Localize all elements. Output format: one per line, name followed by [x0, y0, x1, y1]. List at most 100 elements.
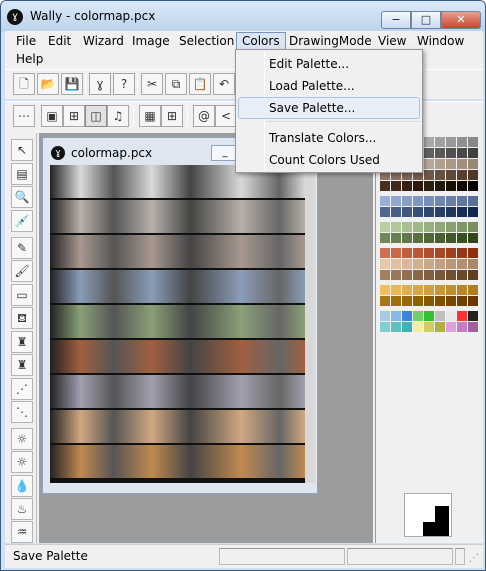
- palette-swatch[interactable]: [413, 222, 424, 233]
- palette-swatch[interactable]: [413, 196, 424, 207]
- palette-swatch[interactable]: [435, 159, 446, 170]
- palette-swatch[interactable]: [446, 222, 457, 233]
- palette-swatch[interactable]: [380, 296, 391, 307]
- close-button[interactable]: ✕: [441, 11, 481, 29]
- palette-swatch[interactable]: [468, 259, 479, 270]
- palette-swatch[interactable]: [435, 207, 446, 218]
- palette-swatch[interactable]: [424, 233, 435, 244]
- palette-swatch[interactable]: [468, 148, 479, 159]
- palette-swatch[interactable]: [468, 322, 479, 333]
- palette-swatch[interactable]: [391, 311, 402, 322]
- pencil-icon[interactable]: ✎: [11, 237, 33, 259]
- palette-swatch[interactable]: [457, 181, 468, 192]
- palette-swatch[interactable]: [457, 322, 468, 333]
- palette-swatch[interactable]: [446, 148, 457, 159]
- sun2-icon[interactable]: ☼: [11, 451, 33, 473]
- palette-swatch[interactable]: [424, 270, 435, 281]
- palette-swatch[interactable]: [402, 207, 413, 218]
- palette-swatch[interactable]: [380, 222, 391, 233]
- palette-swatch[interactable]: [468, 222, 479, 233]
- palette-swatch[interactable]: [402, 233, 413, 244]
- palette-swatch[interactable]: [446, 248, 457, 259]
- menu-item-translate-colors[interactable]: Translate Colors...: [238, 127, 420, 149]
- spiral-icon[interactable]: @: [193, 105, 215, 127]
- palette-swatch[interactable]: [468, 170, 479, 181]
- open-folder-icon[interactable]: 📂: [37, 73, 59, 95]
- menu-file[interactable]: File: [11, 32, 41, 50]
- palette-swatch[interactable]: [468, 285, 479, 296]
- palette-swatch[interactable]: [380, 285, 391, 296]
- palette-swatch[interactable]: [413, 181, 424, 192]
- brush-icon[interactable]: 🖌: [11, 260, 33, 282]
- palette-swatch[interactable]: [468, 311, 479, 322]
- palette-swatch[interactable]: [391, 296, 402, 307]
- menu-drawingmode[interactable]: DrawingMode: [284, 32, 377, 50]
- palette-swatch[interactable]: [446, 207, 457, 218]
- palette-swatch[interactable]: [380, 181, 391, 192]
- palette-swatch[interactable]: [457, 159, 468, 170]
- palette-swatch[interactable]: [402, 322, 413, 333]
- palette-swatch[interactable]: [380, 196, 391, 207]
- undo-icon[interactable]: ↶: [213, 73, 235, 95]
- menu-colors[interactable]: Colors: [236, 32, 286, 50]
- palette-swatch[interactable]: [413, 322, 424, 333]
- dots-grid-icon[interactable]: ⋯: [13, 105, 35, 127]
- palette-swatch[interactable]: [391, 222, 402, 233]
- palette-swatch[interactable]: [424, 285, 435, 296]
- palette-swatch[interactable]: [457, 296, 468, 307]
- vertical-scrollbar[interactable]: [305, 165, 315, 483]
- palette-swatch[interactable]: [435, 181, 446, 192]
- spray2-icon[interactable]: ♜: [11, 354, 33, 376]
- palette-swatch[interactable]: [457, 285, 468, 296]
- palette-swatch[interactable]: [424, 148, 435, 159]
- palette-swatch[interactable]: [457, 148, 468, 159]
- palette-swatch[interactable]: [380, 270, 391, 281]
- palette-swatch[interactable]: [468, 233, 479, 244]
- palette-swatch[interactable]: [402, 181, 413, 192]
- drop-icon[interactable]: 💧: [11, 475, 33, 497]
- palette-swatch[interactable]: [446, 170, 457, 181]
- palette-swatch[interactable]: [468, 296, 479, 307]
- palette-swatch[interactable]: [435, 285, 446, 296]
- palette-swatch[interactable]: [424, 259, 435, 270]
- palette-swatch[interactable]: [391, 285, 402, 296]
- menu-help[interactable]: Help: [11, 50, 48, 68]
- menu-item-edit-palette[interactable]: Edit Palette...: [238, 53, 420, 75]
- palette-swatch[interactable]: [435, 248, 446, 259]
- palette-swatch[interactable]: [457, 259, 468, 270]
- scatter-red-icon[interactable]: ⋰: [11, 378, 33, 400]
- wally-logo-icon[interactable]: ɣ: [51, 146, 65, 160]
- burn-icon[interactable]: ♒: [11, 521, 33, 543]
- palette-swatch[interactable]: [391, 248, 402, 259]
- sun-icon[interactable]: ☼: [11, 428, 33, 450]
- menu-window[interactable]: Window: [412, 32, 469, 50]
- palette-swatch[interactable]: [413, 296, 424, 307]
- image-canvas[interactable]: [50, 165, 305, 483]
- copy-icon[interactable]: ⧉: [165, 73, 187, 95]
- palette-swatch[interactable]: [468, 207, 479, 218]
- palette-swatch[interactable]: [402, 311, 413, 322]
- palette-swatch[interactable]: [402, 259, 413, 270]
- palette-swatch[interactable]: [457, 233, 468, 244]
- palette-swatch[interactable]: [435, 259, 446, 270]
- palette-swatch[interactable]: [435, 296, 446, 307]
- palette-swatch[interactable]: [446, 159, 457, 170]
- menu-item-save-palette[interactable]: Save Palette...: [238, 97, 420, 119]
- palette-swatch[interactable]: [391, 322, 402, 333]
- palette-swatch[interactable]: [413, 259, 424, 270]
- palette-swatch[interactable]: [446, 311, 457, 322]
- ruler-icon[interactable]: ▤: [11, 163, 33, 185]
- palette-swatch[interactable]: [402, 270, 413, 281]
- menu-image[interactable]: Image: [127, 32, 175, 50]
- palette-swatch[interactable]: [424, 311, 435, 322]
- palette-swatch[interactable]: [413, 270, 424, 281]
- window-icon[interactable]: ▣: [41, 105, 63, 127]
- palette-swatch[interactable]: [457, 170, 468, 181]
- palette-swatch[interactable]: [391, 233, 402, 244]
- palette-swatch[interactable]: [413, 285, 424, 296]
- palette-swatch[interactable]: [391, 270, 402, 281]
- maximize-button[interactable]: □: [411, 11, 441, 29]
- zoom-icon[interactable]: 🔍: [11, 186, 33, 208]
- menu-edit[interactable]: Edit: [43, 32, 76, 50]
- save-disk-icon[interactable]: 💾: [61, 73, 83, 95]
